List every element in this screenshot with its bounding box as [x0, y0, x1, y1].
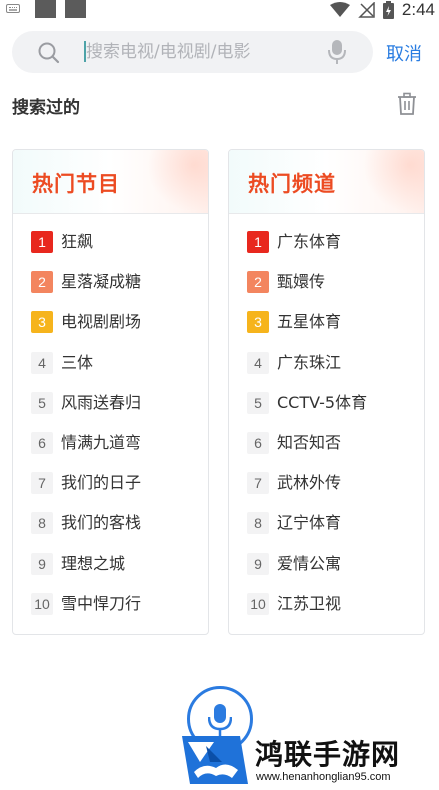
- hot-channels-list: 1 广东体育 2 甄嬛传 3 五星体育 4 广东珠江 5 CCTV-5体育 6 知否知否 7…: [247, 231, 417, 633]
- card-header: 热门节目: [13, 150, 208, 214]
- list-item[interactable]: 3 五星体育: [247, 311, 417, 351]
- search-input[interactable]: [86, 39, 306, 65]
- list-item[interactable]: 1 广东体育: [247, 231, 417, 271]
- hot-channels-title: 热门频道: [248, 172, 336, 196]
- battery-icon: [382, 1, 394, 19]
- rank-badge: 7: [247, 472, 269, 495]
- program-name: 情满九道弯: [61, 432, 142, 452]
- trash-icon[interactable]: [396, 92, 418, 116]
- rank-badge: 8: [247, 512, 269, 535]
- channel-name: 知否知否: [277, 432, 342, 452]
- list-item[interactable]: 3 电视剧剧场: [31, 311, 201, 351]
- channel-name: CCTV-5体育: [277, 392, 368, 412]
- rank-badge: 4: [247, 351, 269, 374]
- rank-badge: 8: [31, 512, 53, 535]
- channel-name: 武林外传: [277, 473, 342, 493]
- channel-name: 广东体育: [277, 232, 342, 251]
- history-title: 搜索过的: [12, 98, 80, 118]
- card-header: 热门频道: [229, 150, 424, 214]
- list-item[interactable]: 4 三体: [31, 351, 201, 392]
- list-item[interactable]: 10 雪中悍刀行: [31, 592, 201, 633]
- search-icon: [38, 42, 60, 64]
- rank-badge: 2: [247, 271, 269, 294]
- channel-name: 江苏卫视: [277, 593, 342, 613]
- rank-badge: 10: [31, 592, 53, 615]
- program-name: 星落凝成糖: [61, 272, 142, 292]
- list-item[interactable]: 2 星落凝成糖: [31, 271, 201, 311]
- hot-programs-title: 热门节目: [32, 172, 120, 196]
- list-item[interactable]: 4 广东珠江: [247, 351, 417, 392]
- rank-badge: 10: [247, 592, 269, 615]
- list-item[interactable]: 1 狂飙: [31, 231, 201, 271]
- channel-name: 甄嬛传: [277, 272, 326, 292]
- rank-badge: 9: [247, 552, 269, 575]
- program-name: 风雨送春归: [61, 392, 142, 412]
- microphone-icon[interactable]: [327, 39, 347, 65]
- list-item[interactable]: 7 我们的日子: [31, 472, 201, 512]
- watermark-url: www.henanhonglian95.com: [256, 771, 391, 783]
- program-name: 我们的客栈: [61, 513, 142, 533]
- rank-badge: 3: [247, 311, 269, 334]
- notification-icon: [65, 0, 86, 18]
- program-name: 我们的日子: [61, 473, 142, 493]
- rank-badge: 5: [247, 391, 269, 414]
- program-name: 雪中悍刀行: [61, 593, 142, 613]
- channel-name: 五星体育: [277, 312, 342, 332]
- rank-badge: 1: [247, 231, 269, 253]
- rank-badge: 6: [247, 431, 269, 454]
- status-bar: 2:44: [0, 0, 439, 20]
- program-name: 狂飙: [61, 232, 94, 251]
- channel-name: 爱情公寓: [277, 553, 342, 573]
- hot-channels-card: 热门频道 1 广东体育 2 甄嬛传 3 五星体育 4 广东珠江 5 CCTV-5体育 6知…: [228, 149, 425, 635]
- rank-badge: 1: [31, 231, 53, 253]
- rank-badge: 6: [31, 431, 53, 454]
- status-time: 2:44: [401, 0, 435, 19]
- list-item[interactable]: 7 武林外传: [247, 472, 417, 512]
- list-item[interactable]: 2 甄嬛传: [247, 271, 417, 311]
- cancel-button[interactable]: 取消: [386, 40, 422, 66]
- rank-badge: 3: [31, 311, 53, 334]
- list-item[interactable]: 9 爱情公寓: [247, 552, 417, 593]
- hot-programs-list: 1 狂飙 2 星落凝成糖 3 电视剧剧场 4 三体 5 风雨送春归 6 情满九道弯 7 我们的…: [31, 231, 201, 633]
- program-name: 电视剧剧场: [61, 312, 142, 332]
- keyboard-icon: [6, 4, 20, 13]
- rank-badge: 5: [31, 391, 53, 414]
- list-item[interactable]: 10 江苏卫视: [247, 592, 417, 633]
- watermark-text: 鸿联手游网: [255, 738, 401, 771]
- list-item[interactable]: 9 理想之城: [31, 552, 201, 593]
- list-item[interactable]: 8 我们的客栈: [31, 512, 201, 552]
- channel-name: 广东珠江: [277, 352, 342, 372]
- list-item[interactable]: 5 CCTV-5体育: [247, 391, 417, 432]
- channel-name: 辽宁体育: [277, 513, 342, 533]
- no-signal-icon: [358, 2, 375, 18]
- hot-programs-card: 热门节目 1 狂飙 2 星落凝成糖 3 电视剧剧场 4 三体 5 风雨送春归 6 情满九道弯…: [12, 149, 209, 635]
- rank-badge: 9: [31, 552, 53, 575]
- list-item[interactable]: 6 情满九道弯: [31, 431, 201, 472]
- notification-icon: [35, 0, 56, 18]
- program-name: 理想之城: [61, 553, 126, 573]
- rank-badge: 2: [31, 271, 53, 294]
- watermark-logo-icon: [182, 736, 248, 784]
- wifi-icon: [329, 2, 350, 17]
- list-item[interactable]: 5 风雨送春归: [31, 391, 201, 432]
- rank-badge: 7: [31, 472, 53, 495]
- search-box[interactable]: [12, 31, 373, 73]
- program-name: 三体: [61, 352, 94, 372]
- rank-badge: 4: [31, 351, 53, 374]
- list-item[interactable]: 6 知否知否: [247, 431, 417, 472]
- list-item[interactable]: 8 辽宁体育: [247, 512, 417, 552]
